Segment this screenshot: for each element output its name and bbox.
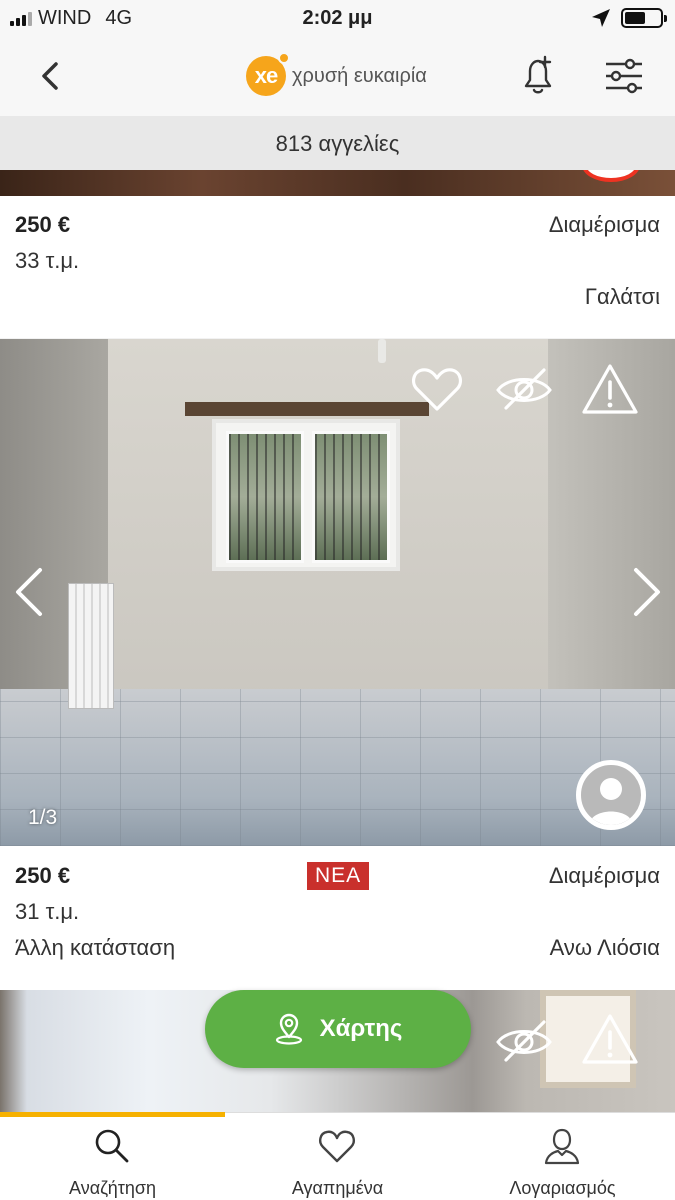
advertiser-avatar[interactable] (576, 760, 646, 830)
listing-area: 31 τ.μ. (15, 899, 80, 924)
new-badge: ΝΕΑ (307, 862, 370, 890)
listing-card[interactable]: 250 € Διαμέρισμα 33 τ.μ. Γαλάτσι (0, 196, 675, 338)
report-warning-icon[interactable] (580, 1012, 640, 1066)
map-button[interactable]: Χάρτης (205, 990, 471, 1068)
next-photo-arrow-icon[interactable] (630, 566, 664, 618)
photo-counter: 1/3 (28, 806, 58, 829)
listing-price: 250 € (15, 863, 71, 888)
tab-label: Λογαριασμός (509, 1178, 616, 1198)
listing-location: Ανω Λιόσια (549, 935, 660, 960)
heart-icon (319, 1130, 355, 1163)
map-button-label: Χάρτης (319, 1015, 403, 1042)
favorite-heart-icon[interactable] (410, 364, 464, 414)
user-icon (544, 1128, 580, 1165)
listing-photo[interactable] (0, 339, 675, 846)
notification-bell-icon[interactable] (518, 54, 558, 98)
status-bar: WIND 4G 2:02 μμ (0, 0, 675, 38)
listing-card[interactable]: 250 € ΝΕΑ Διαμέρισμα 31 τ.μ. Άλλη κατάστ… (0, 846, 675, 990)
listing-type: Διαμέρισμα (548, 863, 660, 888)
logo-mark: xe (254, 63, 279, 88)
user-placeholder-icon (589, 778, 633, 825)
listing-count: 813 αγγελίες (0, 116, 675, 172)
tab-account[interactable]: Λογαριασμός (450, 1112, 675, 1200)
location-arrow-icon (592, 9, 610, 27)
tab-label: Αναζήτηση (69, 1178, 156, 1198)
filters-icon[interactable] (602, 56, 646, 96)
app-logo: xe χρυσή ευκαιρία (246, 52, 427, 96)
previous-photo-arrow-icon[interactable] (12, 566, 46, 618)
tab-favorites[interactable]: Αγαπημένα (225, 1112, 450, 1200)
top-nav-bar: xe χρυσή ευκαιρία (0, 38, 675, 116)
clock: 2:02 μμ (302, 7, 373, 29)
battery-icon (621, 8, 667, 28)
back-arrow-icon[interactable] (32, 56, 72, 96)
map-pin-icon (275, 1013, 302, 1045)
tab-label: Αγαπημένα (291, 1178, 384, 1198)
listing-price: 250 € (15, 212, 71, 237)
hide-eye-icon[interactable] (494, 1016, 554, 1066)
tab-search[interactable]: Αναζήτηση (0, 1112, 225, 1200)
listing-type: Διαμέρισμα (548, 212, 660, 237)
listing-condition: Άλλη κατάσταση (15, 935, 176, 960)
report-warning-icon[interactable] (580, 362, 640, 416)
listing-photo-previous[interactable] (0, 170, 675, 196)
listing-location: Γαλάτσι (584, 284, 660, 309)
listing-area: 33 τ.μ. (15, 248, 80, 273)
bottom-tab-bar: Αναζήτηση Αγαπημένα Λογαριασμός (0, 1112, 675, 1200)
hide-eye-icon[interactable] (494, 364, 554, 414)
logo-text: χρυσή ευκαιρία (292, 64, 427, 87)
search-icon (95, 1129, 129, 1163)
